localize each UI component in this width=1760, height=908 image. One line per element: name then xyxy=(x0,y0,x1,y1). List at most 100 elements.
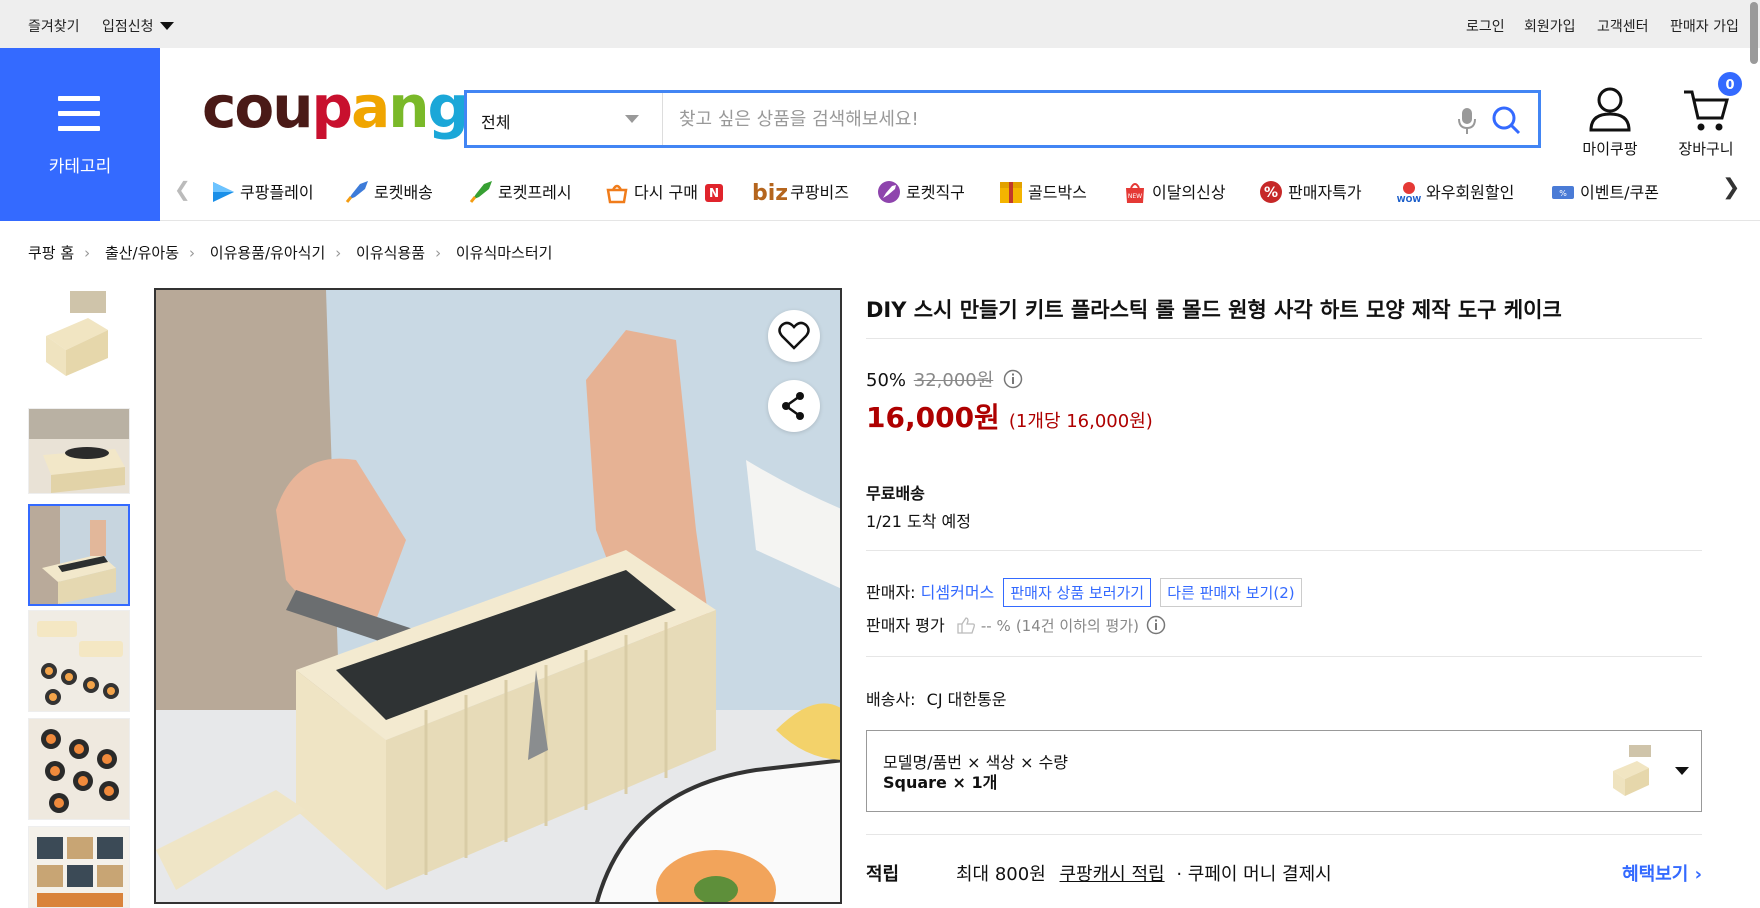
signup-link[interactable]: 회원가입 xyxy=(1524,16,1576,36)
microphone-icon[interactable] xyxy=(1457,107,1477,135)
wishlist-button[interactable] xyxy=(768,310,820,362)
unit-price: (1개당 16,000원) xyxy=(1008,411,1153,432)
search-input[interactable] xyxy=(665,93,1425,145)
rocket-fresh-icon xyxy=(469,181,492,203)
rocket-icon xyxy=(345,181,368,203)
svg-text:%: % xyxy=(1264,185,1278,201)
breadcrumb-item[interactable]: 이유식마스터기 xyxy=(456,244,553,262)
discount-rate: 50% xyxy=(866,370,907,391)
heart-icon xyxy=(778,321,810,350)
nav-item-rocket-global[interactable]: 로켓직구 xyxy=(876,179,965,204)
header: 카테고리 coupang 전체 마이쿠팡 장 xyxy=(0,48,1760,221)
price-row: 16,000원 (1개당 16,000원) xyxy=(866,396,1153,436)
benefits-link[interactable]: 혜택보기 › xyxy=(1622,860,1702,886)
hamburger-icon xyxy=(58,96,100,141)
chevron-right-icon: › xyxy=(335,244,342,262)
coupon-icon: % xyxy=(1552,186,1574,199)
nav-item-goldbox[interactable]: 골드박스 xyxy=(998,179,1087,204)
courier-name: CJ 대한통운 xyxy=(926,690,1007,709)
seller-row: 판매자: 디셈커머스 판매자 상품 보러가기 다른 판매자 보기(2) xyxy=(866,578,1302,607)
seller-rating-label: 판매자 평가 xyxy=(866,616,945,635)
customer-center-link[interactable]: 고객센터 xyxy=(1597,16,1649,36)
divider xyxy=(866,656,1702,657)
user-icon xyxy=(1589,87,1631,132)
nav-item-rocket-fresh[interactable]: 로켓프레시 xyxy=(468,179,572,204)
thumbnail-1[interactable] xyxy=(28,288,130,384)
chevron-left-icon[interactable]: ❮ xyxy=(174,177,191,201)
cart-label: 장바구니 xyxy=(1678,140,1734,158)
info-icon[interactable] xyxy=(1146,615,1166,635)
thumbnail-5[interactable] xyxy=(28,718,130,820)
seller-products-button[interactable]: 판매자 상품 보러가기 xyxy=(1003,578,1152,607)
cart-count-badge: 0 xyxy=(1716,70,1744,98)
biz-icon: biz xyxy=(752,181,789,206)
search-category-value: 전체 xyxy=(481,113,511,132)
option-thumbnail xyxy=(1605,743,1659,801)
coupang-cash-link[interactable]: 쿠팡캐시 적립 xyxy=(1060,864,1165,885)
nav-item-monthly-new[interactable]: NEW 이달의신상 xyxy=(1122,179,1226,204)
svg-text:%: % xyxy=(1559,189,1567,198)
wow-icon: WOW xyxy=(1397,182,1422,204)
mycoupang-label: 마이쿠팡 xyxy=(1582,140,1638,158)
new-bag-icon: NEW xyxy=(1126,183,1144,203)
seller-name-link[interactable]: 디셈커머스 xyxy=(921,583,995,602)
coupang-logo[interactable]: coupang xyxy=(202,78,469,136)
chevron-down-icon xyxy=(1675,767,1689,775)
nav-item-rebuy[interactable]: 다시 구매 N xyxy=(604,179,724,204)
divider xyxy=(866,834,1702,835)
seller-apply-link[interactable]: 입점신청 xyxy=(102,16,174,36)
reward-desc: · 쿠페이 머니 결제시 xyxy=(1176,864,1332,885)
courier-label: 배송사: xyxy=(866,690,916,709)
bookmark-link[interactable]: 즐겨찾기 xyxy=(28,16,80,36)
percent-icon: % xyxy=(1260,181,1282,203)
main-product-image[interactable] xyxy=(154,288,842,904)
thumbnail-2[interactable] xyxy=(28,408,130,494)
arrival-estimate: 1/21 도착 예정 xyxy=(866,512,971,531)
category-label: 카테고리 xyxy=(48,157,112,177)
info-icon[interactable] xyxy=(1003,369,1023,389)
breadcrumb-item[interactable]: 출산/유아동 xyxy=(105,244,179,262)
reward-max: 최대 800원 xyxy=(956,864,1046,885)
share-button[interactable] xyxy=(768,380,820,432)
nav-item-seller-deals[interactable]: % 판매자특가 xyxy=(1258,179,1362,204)
search-bar: 전체 xyxy=(464,90,1541,148)
share-icon xyxy=(782,392,804,420)
discount-row: 50% 32,000원 xyxy=(866,366,1023,392)
seller-rating-note: (14건 이하의 평가) xyxy=(1015,617,1139,635)
thumbs-up-icon xyxy=(957,617,975,634)
svg-text:NEW: NEW xyxy=(1128,193,1142,200)
chevron-right-icon: › xyxy=(84,244,91,262)
thumbnail-4[interactable] xyxy=(28,610,130,712)
chevron-right-icon[interactable]: ❯ xyxy=(1722,175,1740,200)
breadcrumb-item[interactable]: 쿠팡 홈 xyxy=(28,244,74,262)
shipping-title: 무료배송 xyxy=(866,484,925,503)
goldbox-icon xyxy=(1000,182,1022,203)
nav-item-rocket-delivery[interactable]: 로켓배송 xyxy=(344,179,433,204)
nav-item-coupang-biz[interactable]: biz 쿠팡비즈 xyxy=(752,179,849,206)
mycoupang-button[interactable]: 마이쿠팡 xyxy=(1574,86,1646,159)
login-link[interactable]: 로그인 xyxy=(1466,16,1505,36)
breadcrumb-item[interactable]: 이유식용품 xyxy=(356,244,425,262)
chevron-right-icon: › xyxy=(435,244,442,262)
divider xyxy=(866,550,1702,551)
original-price: 32,000원 xyxy=(913,370,994,391)
nav-item-wow-discount[interactable]: WOW 와우회원할인 xyxy=(1396,179,1514,204)
option-select[interactable]: 모델명/품번 × 색상 × 수량 Square × 1개 xyxy=(866,730,1702,812)
other-sellers-button[interactable]: 다른 판매자 보기(2) xyxy=(1160,578,1302,607)
divider xyxy=(866,338,1702,339)
category-menu-button[interactable]: 카테고리 xyxy=(0,48,160,221)
thumbnail-6[interactable] xyxy=(28,826,130,908)
seller-rating-value: -- % xyxy=(980,617,1011,635)
nav-item-coupang-play[interactable]: 쿠팡플레이 xyxy=(210,179,314,204)
nav-item-events-coupons[interactable]: % 이벤트/쿠폰 xyxy=(1550,179,1659,204)
svg-text:WOW: WOW xyxy=(1397,195,1422,204)
seller-signup-link[interactable]: 판매자 가입 xyxy=(1670,16,1739,36)
search-icon[interactable] xyxy=(1491,105,1521,135)
chevron-right-icon: › xyxy=(189,244,196,262)
top-utility-bar: 즐겨찾기 입점신청 로그인 회원가입 고객센터 판매자 가입 xyxy=(0,0,1760,48)
breadcrumb-item[interactable]: 이유용품/유아식기 xyxy=(210,244,325,262)
chevron-down-icon xyxy=(625,115,639,123)
thumbnail-3-selected[interactable] xyxy=(28,504,130,606)
new-badge: N xyxy=(705,184,724,202)
search-category-select[interactable]: 전체 xyxy=(467,93,663,145)
